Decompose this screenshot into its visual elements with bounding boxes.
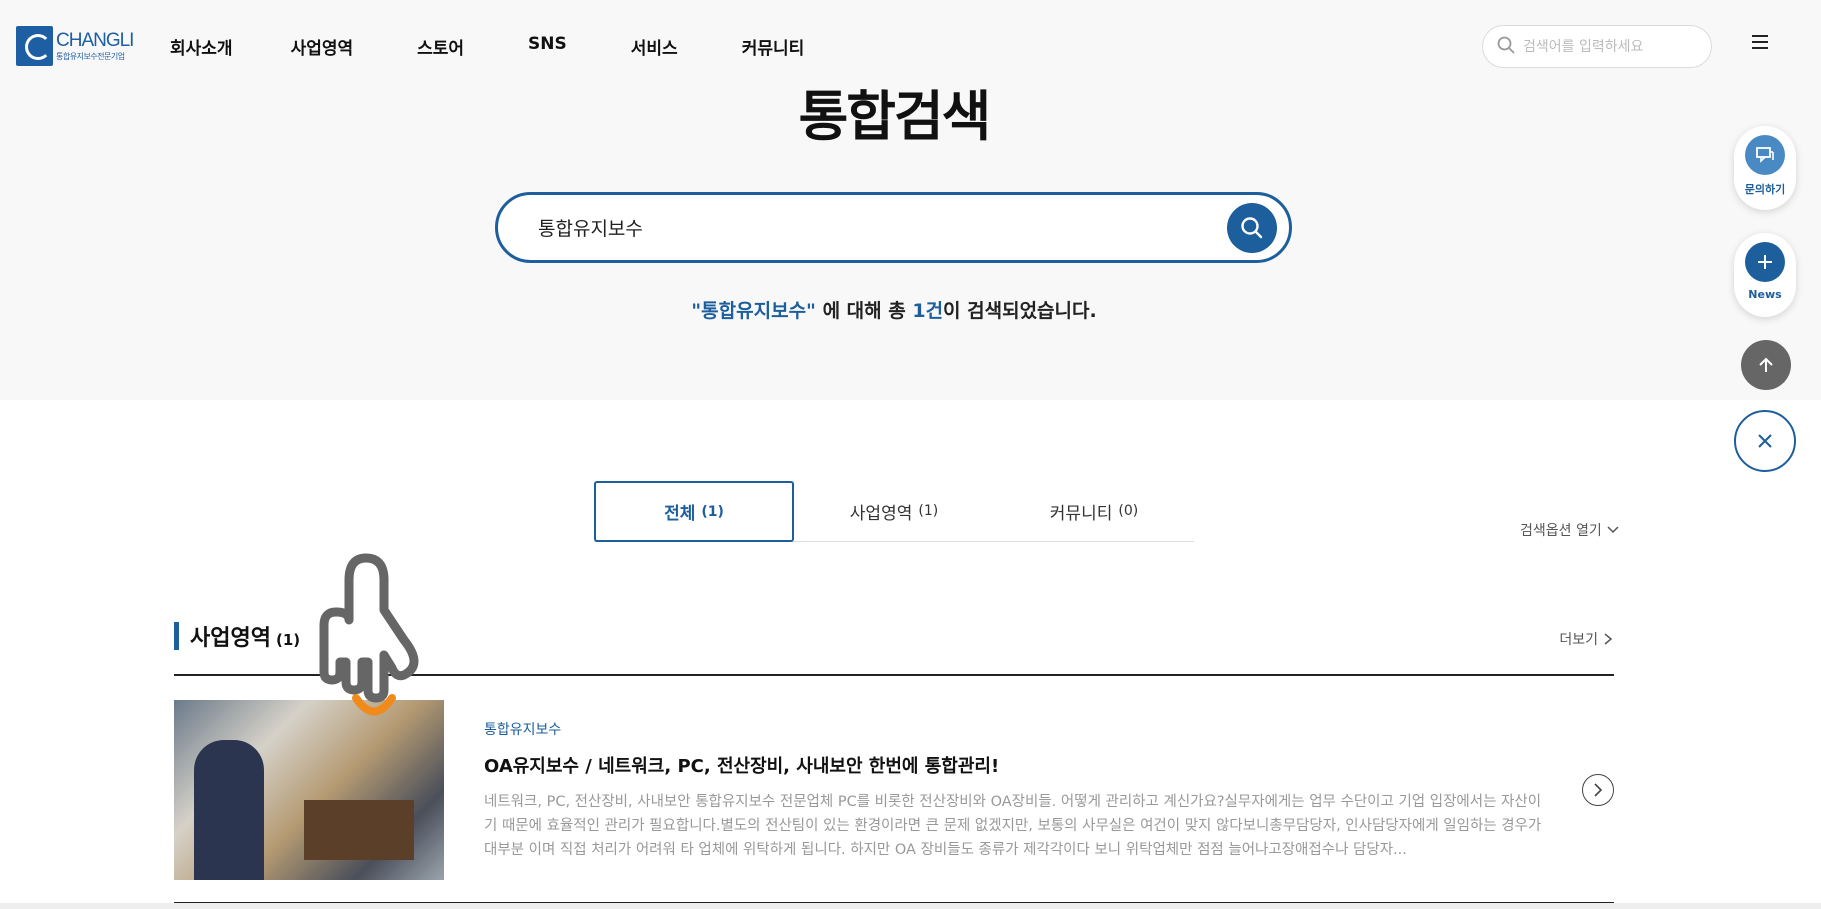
summary-count: 1건 — [912, 300, 944, 322]
more-link[interactable]: 더보기 — [1559, 629, 1614, 649]
nav-item-business[interactable]: 사업영역 — [291, 34, 354, 59]
chevron-right-icon — [1594, 783, 1603, 797]
tab-business-count: (1) — [918, 503, 939, 519]
inquiry-button[interactable]: 문의하기 — [1734, 126, 1796, 210]
main-nav: 회사소개 사업영역 스토어 SNS 서비스 커뮤니티 — [170, 34, 804, 59]
section-count: (1) — [275, 631, 301, 649]
bottom-strip — [0, 903, 1821, 909]
quick-close-button[interactable] — [1734, 410, 1796, 472]
tab-all-label: 전체 — [664, 504, 696, 524]
logo-mark-icon — [16, 26, 53, 66]
inquiry-label: 문의하기 — [1744, 183, 1786, 196]
tab-all-count: (1) — [701, 503, 724, 520]
result-item[interactable]: 통합유지보수 OA유지보수 / 네트워크, PC, 전산장비, 사내보안 한번에… — [174, 700, 1614, 904]
tab-community[interactable]: 커뮤니티 (0) — [994, 481, 1194, 541]
result-title[interactable]: OA유지보수 / 네트워크, PC, 전산장비, 사내보안 한번에 통합관리! — [484, 752, 999, 778]
search-icon[interactable] — [1497, 36, 1515, 58]
result-tabs: 전체 (1) 사업영역 (1) 커뮤니티 (0) — [594, 481, 1194, 542]
nav-item-store[interactable]: 스토어 — [417, 34, 464, 59]
tab-community-label: 커뮤니티 — [1049, 503, 1113, 524]
summary-keyword: "통합유지보수" — [691, 300, 816, 322]
page-title: 통합검색 — [798, 85, 992, 148]
plus-icon — [1745, 242, 1785, 282]
chevron-right-icon — [1604, 633, 1613, 645]
logo-name: CHANGLI — [56, 30, 134, 51]
result-category: 통합유지보수 — [484, 722, 562, 738]
menu-icon[interactable] — [1752, 35, 1774, 53]
section-title: 사업영역 (1) — [190, 620, 300, 652]
hand-pointer-icon — [319, 553, 419, 716]
arrow-up-icon — [1759, 357, 1773, 372]
section-accent-bar — [174, 622, 179, 650]
chevron-down-icon — [1607, 526, 1619, 534]
header-search-input[interactable] — [1523, 38, 1703, 55]
summary-text-after: 이 검색되었습니다. — [943, 300, 1097, 322]
header-search-box — [1482, 25, 1712, 68]
result-summary: "통합유지보수" 에 대해 총 1건이 검색되었습니다. — [0, 296, 1788, 323]
nav-item-sns[interactable]: SNS — [528, 34, 567, 59]
close-icon — [1758, 434, 1772, 448]
main-search-input[interactable] — [538, 216, 1178, 239]
nav-item-company[interactable]: 회사소개 — [170, 34, 233, 59]
chat-icon — [1745, 135, 1785, 175]
news-button[interactable]: News — [1734, 233, 1796, 317]
more-label: 더보기 — [1559, 632, 1598, 648]
result-detail-button[interactable] — [1582, 774, 1614, 806]
logo-subtitle: 통합유지보수전문기업 — [56, 52, 125, 61]
tab-business[interactable]: 사업영역 (1) — [794, 481, 994, 541]
main-search-box — [495, 192, 1292, 263]
search-icon — [1241, 217, 1263, 239]
scroll-top-button[interactable] — [1741, 340, 1791, 390]
nav-item-service[interactable]: 서비스 — [631, 34, 678, 59]
main-search-button[interactable] — [1227, 203, 1277, 253]
news-label: News — [1748, 288, 1782, 301]
tab-community-count: (0) — [1118, 503, 1139, 519]
tab-business-label: 사업영역 — [849, 503, 913, 524]
search-options-toggle[interactable]: 검색옵션 열기 — [1520, 520, 1620, 540]
logo[interactable]: CHANGLI 통합유지보수전문기업 — [16, 26, 134, 66]
section-title-label: 사업영역 — [190, 626, 271, 651]
nav-item-community[interactable]: 커뮤니티 — [742, 34, 805, 59]
result-thumbnail[interactable] — [174, 700, 444, 880]
summary-text-before: 에 대해 총 — [815, 300, 913, 322]
result-description: 네트워크, PC, 전산장비, 사내보안 통합유지보수 전문업체 PC를 비롯한… — [484, 794, 1542, 858]
tab-all[interactable]: 전체 (1) — [594, 481, 794, 542]
search-options-label: 검색옵션 열기 — [1520, 523, 1602, 539]
page: CHANGLI 통합유지보수전문기업 회사소개 사업영역 스토어 SNS 서비스… — [0, 0, 1821, 909]
quick-menu: 문의하기 News — [1734, 126, 1798, 472]
